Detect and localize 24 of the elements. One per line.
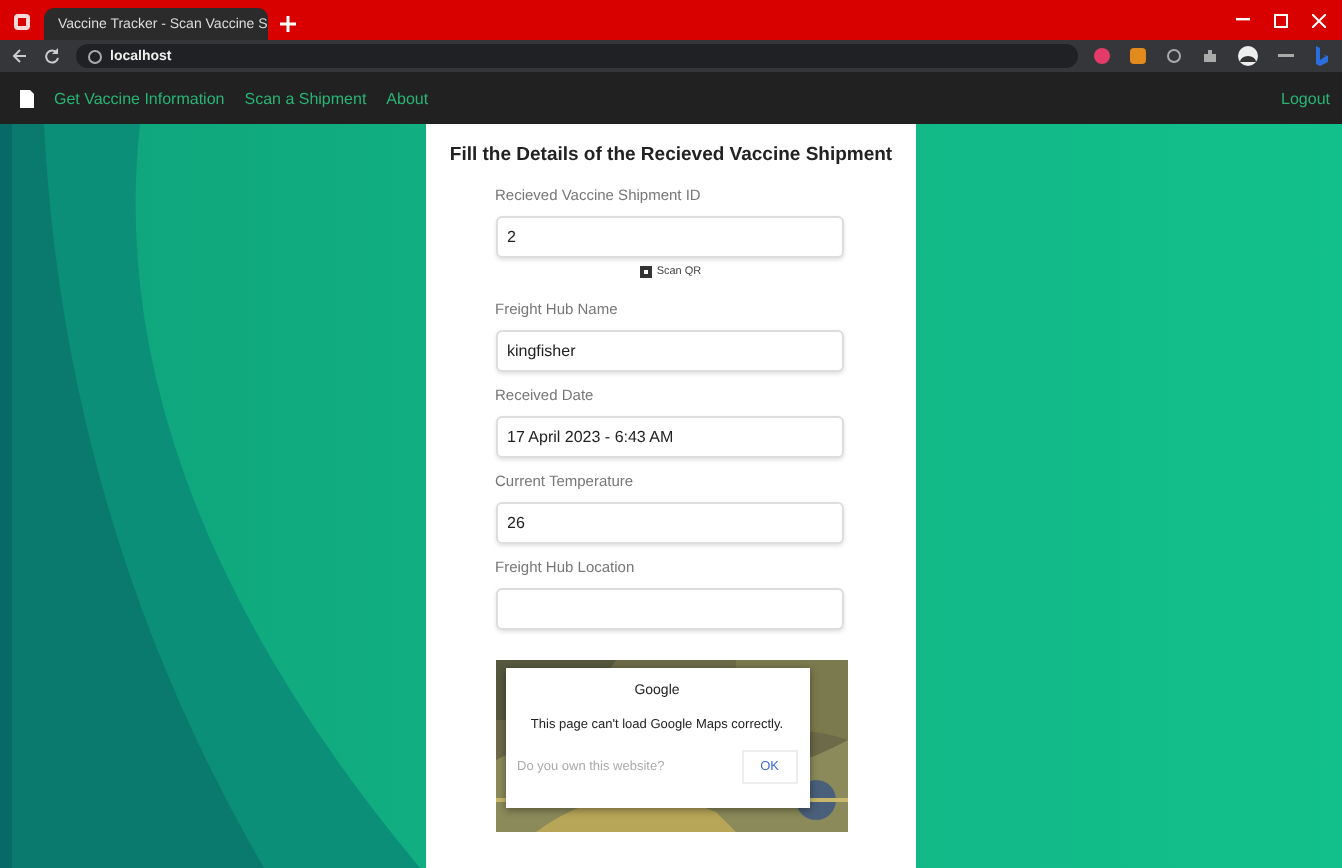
nav-link[interactable]: Scan a Shipment	[244, 89, 367, 107]
nav-link[interactable]: About	[386, 89, 429, 107]
maximize-icon[interactable]	[1274, 13, 1288, 27]
back-icon[interactable]	[12, 48, 28, 64]
form-title: Fill the Details of the Recieved Vaccine Shipment	[449, 144, 893, 166]
document-icon[interactable]	[20, 89, 34, 107]
extension-icon[interactable]	[1094, 48, 1110, 64]
nav-link[interactable]: Get Vaccine Information	[54, 89, 225, 107]
input-field[interactable]	[495, 588, 843, 630]
close-icon[interactable]	[1312, 13, 1326, 27]
logout-link[interactable]: Logout	[1281, 89, 1330, 107]
extension-icon[interactable]	[1130, 48, 1146, 64]
reload-icon[interactable]	[44, 48, 60, 64]
profile-icon[interactable]	[1238, 46, 1258, 66]
new-tab-icon[interactable]	[280, 16, 296, 32]
extension-icon[interactable]	[1166, 48, 1182, 64]
minimize-icon[interactable]	[1236, 18, 1250, 22]
input-field[interactable]: 17 April 2023 - 6:43 AM	[495, 416, 843, 458]
browser-menu-icon[interactable]	[12, 12, 32, 32]
input-field[interactable]: kingfisher	[495, 330, 843, 372]
input-field[interactable]: 26	[495, 502, 843, 544]
info-icon	[88, 49, 102, 63]
input-field[interactable]: 2	[495, 216, 843, 258]
qr-icon	[640, 266, 653, 278]
